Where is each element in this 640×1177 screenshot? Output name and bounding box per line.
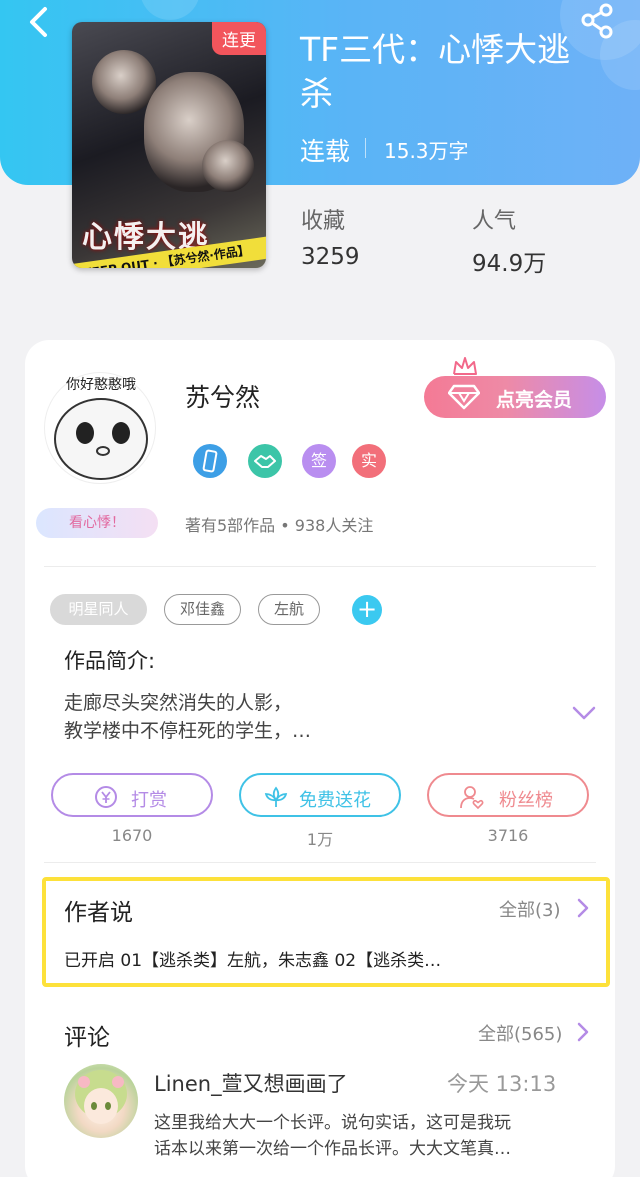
- crown-icon: [453, 357, 477, 375]
- vip-button-label: 点亮会员: [496, 389, 573, 411]
- comment-time: 今天 13:13: [447, 1072, 557, 1096]
- commenter-name[interactable]: Linen_萱又想画画了: [154, 1068, 348, 1098]
- intro-line: 走廊尽头突然消失的人影，: [64, 692, 293, 714]
- tag-character[interactable]: 邓佳鑫: [164, 594, 241, 625]
- plus-icon: +: [356, 595, 378, 623]
- intro-line: 教学楼中不停枉死的学生，…: [64, 720, 312, 742]
- phone-badge[interactable]: [193, 444, 227, 478]
- anime-avatar: [75, 1070, 127, 1124]
- update-badge: 连更: [212, 22, 266, 55]
- tag-character[interactable]: 左航: [258, 594, 320, 625]
- tip-count: 1670: [111, 826, 153, 845]
- popularity-label: 人气: [472, 209, 517, 234]
- book-cover[interactable]: 心悸大逃 KEEP OUT · 【苏兮然·作品】 连更: [72, 22, 266, 268]
- divider: [44, 862, 596, 863]
- send-flower-label: 免费送花: [299, 790, 371, 811]
- expand-chevron-icon[interactable]: [572, 705, 596, 721]
- reading-tag: 看心悸！: [36, 508, 158, 538]
- comments-more-link[interactable]: 全部(565): [478, 1020, 562, 1046]
- flower-count: 1万: [306, 830, 334, 849]
- send-flower-button[interactable]: 免费送花: [239, 773, 401, 817]
- add-tag-button[interactable]: +: [352, 595, 382, 625]
- author-says-more-link[interactable]: 全部(3): [499, 896, 561, 922]
- tip-label: 打赏: [131, 790, 167, 811]
- comment-text: 话本以来第一次给一个作品长评。大大文笔真…: [154, 1139, 511, 1159]
- author-says-text: 已开启 01【逃杀类】左航，朱志鑫 02【逃杀类…: [64, 951, 442, 971]
- phone-icon: [202, 449, 218, 473]
- fan-ranking-label: 粉丝榜: [499, 790, 553, 811]
- back-button[interactable]: [20, 4, 60, 44]
- comments-title: 评论: [64, 1025, 110, 1051]
- author-name[interactable]: 苏兮然: [185, 378, 260, 414]
- favorites-value: 3259: [301, 244, 360, 270]
- chevron-left-icon: [30, 7, 47, 37]
- yen-icon: [95, 786, 117, 808]
- handshake-icon: [254, 455, 276, 468]
- tag-category[interactable]: 明星同人: [50, 594, 147, 625]
- fan-ranking-button[interactable]: 粉丝榜: [427, 773, 589, 817]
- tip-button[interactable]: 打赏: [51, 773, 213, 817]
- word-count: 15.3万字: [384, 139, 469, 163]
- author-says-title: 作者说: [64, 900, 133, 926]
- author-meta: 著有5部作品 • 938人关注: [185, 516, 374, 535]
- divider: [365, 138, 366, 158]
- popularity-value: 94.9万: [472, 251, 547, 277]
- fan-count: 3716: [487, 826, 529, 845]
- cover-portrait: [92, 50, 156, 114]
- favorites-label: 收藏: [301, 209, 346, 234]
- book-status: 连载: [300, 137, 351, 166]
- divider: [44, 566, 596, 567]
- cover-portrait: [202, 140, 254, 192]
- book-title: TF三代：心悸大逃杀: [300, 30, 571, 113]
- signed-badge[interactable]: 签: [302, 444, 336, 478]
- avatar-caption: 你好憨憨哦: [66, 377, 136, 393]
- verified-badge[interactable]: 实: [352, 444, 386, 478]
- decor-bubble: [140, 0, 200, 20]
- comment-text: 这里我给大大一个长评。说句实话，这可是我玩: [154, 1113, 511, 1133]
- diamond-icon: [448, 384, 480, 410]
- flower-icon: [264, 786, 288, 807]
- chevron-right-icon[interactable]: [576, 897, 590, 919]
- intro-heading: 作品简介:: [64, 649, 156, 673]
- handshake-badge[interactable]: [248, 444, 282, 478]
- commenter-avatar[interactable]: [64, 1064, 138, 1138]
- fan-heart-icon: [460, 786, 484, 810]
- chevron-right-icon[interactable]: [576, 1021, 590, 1043]
